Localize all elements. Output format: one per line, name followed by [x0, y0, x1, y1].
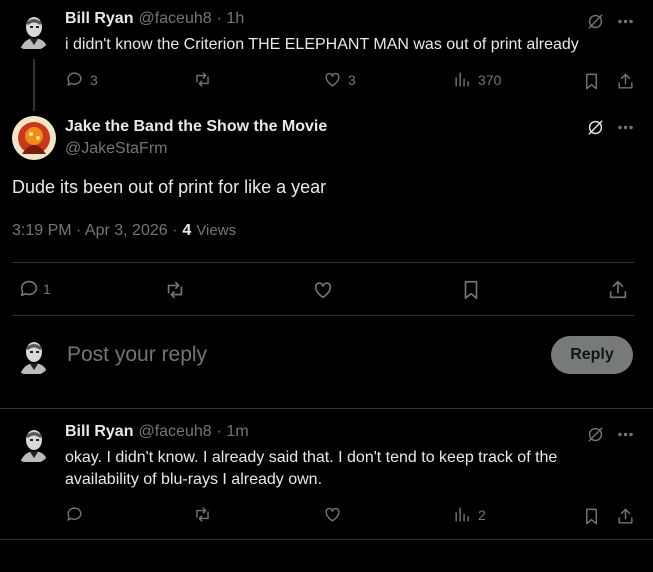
avatar-bill-ryan[interactable]: [12, 11, 52, 51]
repost-icon[interactable]: [163, 278, 187, 302]
share-icon[interactable]: [614, 505, 636, 527]
analytics-icon: [453, 505, 472, 524]
divider: [0, 539, 653, 540]
divider: [12, 315, 634, 316]
reply-icon: [65, 505, 84, 524]
reply-button[interactable]: Reply: [551, 336, 633, 374]
views-number: 4: [182, 222, 192, 239]
grok-icon[interactable]: [584, 423, 606, 445]
tweet-time[interactable]: · 1m: [217, 423, 249, 441]
avatar-jake[interactable]: [12, 116, 56, 160]
tweet1-header: Bill Ryan @faceuh8 · 1h: [65, 10, 244, 28]
reply-action[interactable]: [65, 505, 84, 524]
avatar-bill-ryan[interactable]: [12, 424, 52, 464]
repost-icon: [193, 70, 212, 89]
author-name[interactable]: Jake the Band the Show the Movie: [65, 118, 327, 136]
reply-icon: [65, 70, 84, 89]
reply-icon: [18, 278, 40, 300]
share-icon[interactable]: [614, 70, 636, 92]
divider: [0, 408, 653, 409]
grok-icon[interactable]: [584, 116, 606, 138]
grok-icon[interactable]: [584, 10, 606, 32]
views-action[interactable]: 370: [453, 70, 501, 89]
views-count: 370: [478, 71, 502, 88]
tweet2-header: Bill Ryan @faceuh8 · 1m: [65, 423, 249, 441]
author-handle[interactable]: @JakeStaFrm: [65, 140, 167, 158]
like-action[interactable]: [323, 505, 342, 524]
like-action[interactable]: 3: [323, 70, 356, 89]
analytics-icon: [453, 70, 472, 89]
reply-count: 3: [90, 71, 98, 88]
repost-action[interactable]: [193, 505, 212, 524]
tweet-meta: 3:19 PM · Apr 3, 2026 · 4 Views: [12, 222, 236, 240]
more-icon[interactable]: [614, 10, 636, 32]
divider: [12, 262, 634, 263]
views-action[interactable]: 2: [453, 505, 486, 524]
author-name[interactable]: Bill Ryan: [65, 423, 133, 441]
timestamp[interactable]: 3:19 PM · Apr 3, 2026 ·: [12, 222, 177, 240]
more-icon[interactable]: [614, 116, 636, 138]
tweet-text-line-2: availability of blu-rays I already own.: [65, 471, 323, 488]
bookmark-icon[interactable]: [459, 278, 483, 302]
reply-action[interactable]: 1: [18, 278, 51, 300]
avatar-current-user[interactable]: [12, 336, 52, 376]
tweet-text: i didn't know the Criterion THE ELEPHANT…: [65, 36, 579, 53]
author-handle[interactable]: @faceuh8: [138, 423, 211, 441]
reply-action[interactable]: 3: [65, 70, 98, 89]
tweet-time[interactable]: · 1h: [217, 10, 245, 28]
repost-action[interactable]: [193, 70, 212, 89]
author-handle[interactable]: @faceuh8: [138, 10, 211, 28]
tweet-text-line-1: okay. I didn't know. I already said that…: [65, 449, 558, 466]
reply-input[interactable]: [67, 338, 527, 372]
heart-icon[interactable]: [311, 278, 335, 302]
author-name[interactable]: Bill Ryan: [65, 10, 133, 28]
heart-icon: [323, 70, 342, 89]
share-icon[interactable]: [606, 278, 630, 302]
repost-icon: [193, 505, 212, 524]
main-tweet-text: Dude its been out of print for like a ye…: [12, 177, 327, 197]
like-count: 3: [348, 71, 356, 88]
thread-line: [33, 59, 35, 111]
views-label: Views: [196, 222, 237, 239]
bookmark-icon[interactable]: [580, 505, 602, 527]
heart-icon: [323, 505, 342, 524]
bookmark-icon[interactable]: [580, 70, 602, 92]
reply-count: 1: [43, 281, 51, 297]
more-icon[interactable]: [614, 423, 636, 445]
views-count: 2: [478, 506, 486, 523]
